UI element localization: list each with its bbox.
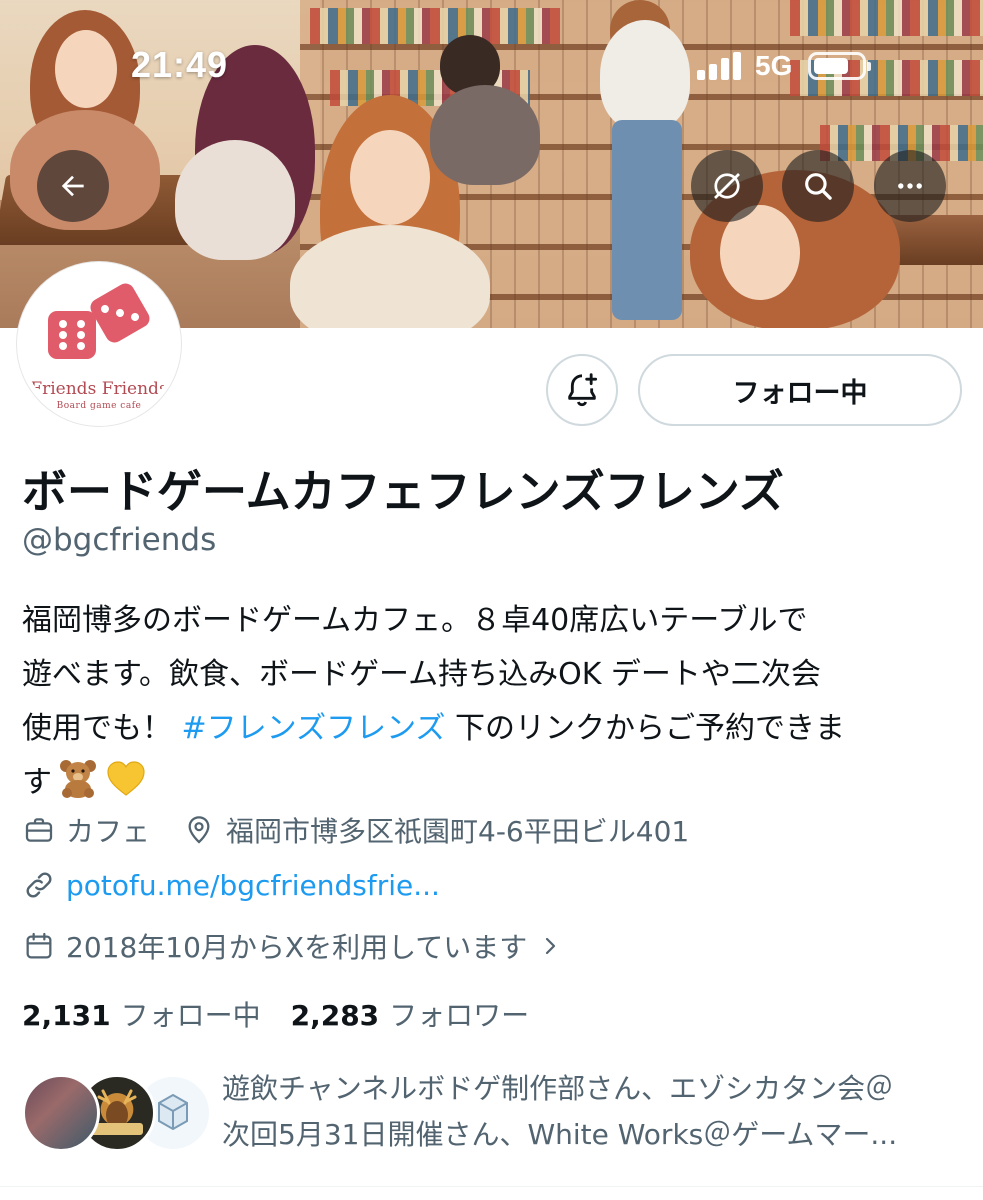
location-pin-icon xyxy=(182,813,216,847)
back-button[interactable] xyxy=(37,150,109,222)
followers-label: フォロワー xyxy=(389,999,530,1032)
section-divider xyxy=(0,1186,983,1187)
profile-joined-date: 2018年10月からXを利用しています xyxy=(66,931,528,964)
bio-text: 使用でも！ xyxy=(22,711,182,746)
chevron-right-icon xyxy=(533,929,567,963)
link-icon xyxy=(22,868,56,902)
avatar xyxy=(22,1074,100,1152)
followers-you-know-avatars[interactable] xyxy=(22,1074,212,1154)
slashed-circle-icon xyxy=(714,173,740,199)
followers-count: 2,283 xyxy=(290,999,380,1032)
profile-bio: 福岡博多のボードゲームカフェ。８卓40席広いテーブルで 遊べます。飲食、ボードゲ… xyxy=(22,594,967,810)
profile-meta-link: potofu.me/bgcfriendsfrie... xyxy=(22,868,440,902)
cellular-signal-icon xyxy=(697,52,741,80)
notifications-button[interactable] xyxy=(546,354,618,426)
search-button[interactable] xyxy=(782,150,854,222)
bio-text: 下のリンクからご予約できま xyxy=(445,711,846,746)
profile-avatar[interactable]: Friends Friends Board game cafe xyxy=(17,262,181,426)
banner-person xyxy=(175,140,295,260)
avatar-logo-text: Friends Friends xyxy=(30,379,168,399)
more-button[interactable] xyxy=(874,150,946,222)
profile-location: 福岡市博多区祇園町4-6平田ビル401 xyxy=(226,815,690,848)
banner-books xyxy=(310,8,560,44)
bell-plus-icon xyxy=(568,373,598,407)
banner-person xyxy=(430,85,540,185)
display-name: ボードゲームカフェフレンズフレンズ xyxy=(22,465,784,518)
profile-meta-joined[interactable]: 2018年10月からXを利用しています xyxy=(22,926,577,966)
banner-person xyxy=(600,20,690,130)
followers-count-link[interactable]: 2,283 フォロワー xyxy=(291,994,530,1034)
following-button[interactable]: フォロー中 xyxy=(638,354,962,426)
bio-hashtag-link[interactable]: #フレンズフレンズ xyxy=(182,711,446,746)
user-handle: @bgcfriends xyxy=(22,522,217,558)
bio-text: す xyxy=(22,765,52,800)
followers-you-know-text[interactable]: 遊飲チャンネルボドゲ制作部さん、エゾシカタン会＠ 次回5月31日開催さん、Whi… xyxy=(222,1066,962,1158)
profile-meta-category-location: カフェ 福岡市博多区祇園町4-6平田ビル401 xyxy=(22,810,689,850)
briefcase-icon xyxy=(22,813,56,847)
profile-website-link[interactable]: potofu.me/bgcfriendsfrie... xyxy=(66,869,440,902)
profile-category: カフェ xyxy=(66,815,151,848)
followers-you-know-line: 遊飲チャンネルボドゲ制作部さん、エゾシカタン会＠ xyxy=(222,1072,894,1105)
bio-line: 使用でも！ #フレンズフレンズ 下のリンクからご予約できま xyxy=(22,702,967,756)
calendar-icon xyxy=(22,929,56,963)
status-indicators: 5G xyxy=(697,50,872,82)
search-icon xyxy=(805,173,832,200)
profile-stats: 2,131 フォロー中 2,283 フォロワー xyxy=(22,994,529,1034)
network-type: 5G xyxy=(755,50,793,81)
status-time: 21:49 xyxy=(131,44,229,85)
yellow-heart-icon xyxy=(107,761,145,796)
more-horizontal-icon xyxy=(898,183,922,189)
mute-button[interactable] xyxy=(691,150,763,222)
following-count-link[interactable]: 2,131 フォロー中 xyxy=(22,994,261,1034)
teddy-bear-icon xyxy=(60,760,96,798)
battery-icon xyxy=(808,52,872,80)
banner-books xyxy=(790,0,983,36)
banner-face xyxy=(55,30,117,108)
bio-line: 遊べます。飲食、ボードゲーム持ち込みOK デートや二次会 xyxy=(22,657,821,692)
following-count: 2,131 xyxy=(22,999,111,1032)
bio-line: す xyxy=(22,756,967,810)
bio-line: 福岡博多のボードゲームカフェ。８卓40席広いテーブルで xyxy=(22,603,808,638)
arrow-left-icon xyxy=(61,175,84,197)
followers-you-know-line: 次回5月31日開催さん、White Works＠ゲームマー... xyxy=(222,1118,898,1151)
banner-person xyxy=(612,120,682,320)
banner-face xyxy=(350,130,430,225)
avatar-logo-subtitle: Board game cafe xyxy=(56,401,142,411)
following-label: フォロー中 xyxy=(120,999,261,1032)
